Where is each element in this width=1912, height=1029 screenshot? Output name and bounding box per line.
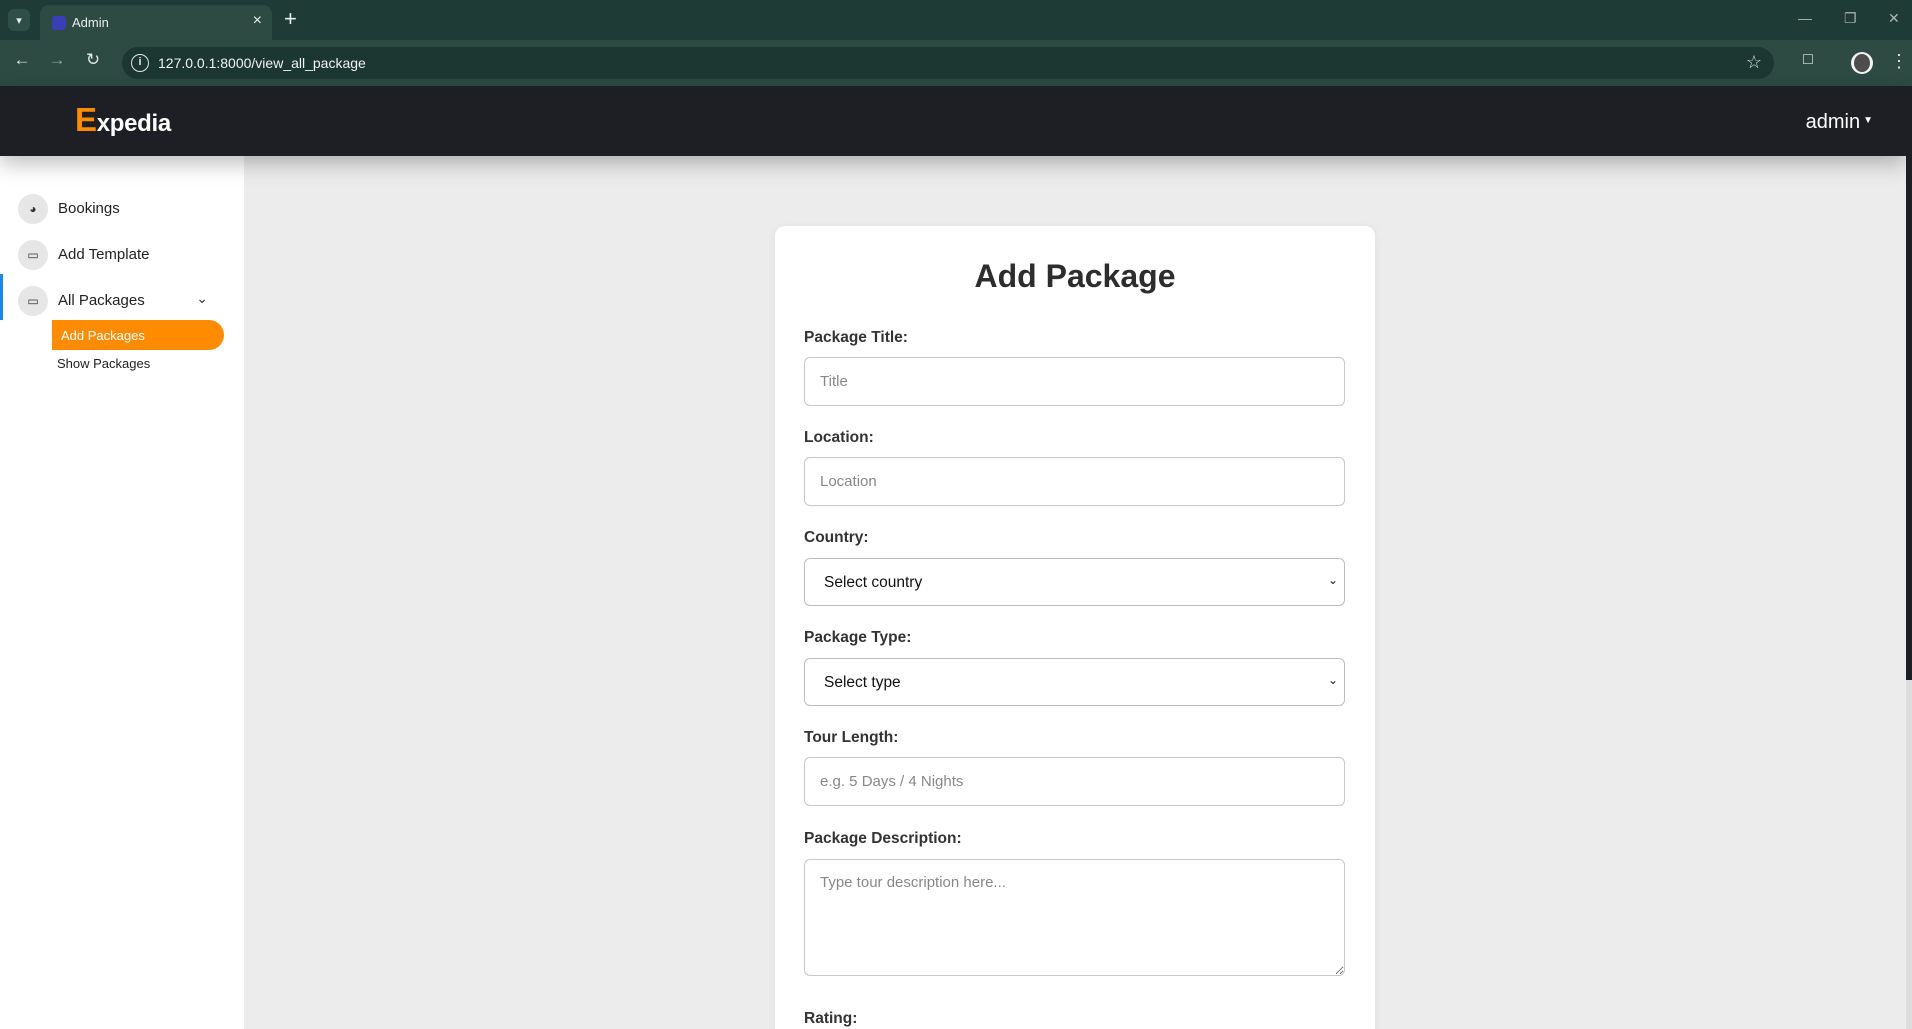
tour-length-label: Tour Length: bbox=[804, 729, 899, 746]
laptop-icon: ▭ bbox=[18, 240, 48, 270]
page-scrollbar[interactable] bbox=[1906, 86, 1912, 1029]
restore-icon[interactable]: ❐ bbox=[1844, 10, 1857, 27]
chevron-down-icon: ⌄ bbox=[1327, 573, 1338, 587]
gauge-icon: ◕ bbox=[18, 194, 48, 224]
sidebar-item-add-template[interactable]: ▭ Add Template bbox=[18, 238, 228, 270]
expedia-logo[interactable]: Expedia bbox=[75, 101, 171, 139]
browser-menu-icon[interactable]: ⋮ bbox=[1890, 51, 1908, 72]
location-input[interactable] bbox=[804, 457, 1345, 506]
country-select-value: Select country bbox=[824, 574, 923, 591]
url-text: 127.0.0.1:8000/view_all_package bbox=[158, 55, 366, 71]
close-window-icon[interactable]: ✕ bbox=[1888, 10, 1900, 27]
favicon-icon bbox=[52, 16, 66, 30]
sidebar-item-all-packages[interactable]: ▭ All Packages ⌄ bbox=[18, 284, 228, 316]
new-tab-icon[interactable]: + bbox=[284, 8, 297, 30]
page-title: Add Package bbox=[974, 258, 1176, 294]
chevron-down-icon: ⌄ bbox=[196, 290, 208, 306]
laptop-icon: ▭ bbox=[18, 286, 48, 316]
scrollbar-thumb[interactable] bbox=[1906, 86, 1912, 680]
sidebar-item-label: Bookings bbox=[58, 200, 120, 217]
bookmark-star-icon[interactable]: ☆ bbox=[1746, 52, 1762, 73]
site-info-icon[interactable]: i bbox=[131, 54, 149, 72]
description-label: Package Description: bbox=[804, 830, 962, 847]
admin-user-dropdown[interactable]: admin ▼ bbox=[1806, 111, 1873, 134]
browser-toolbar: ← → ↻ i 127.0.0.1:8000/view_all_package … bbox=[0, 40, 1912, 86]
address-bar[interactable]: i 127.0.0.1:8000/view_all_package ☆ bbox=[122, 47, 1774, 79]
profile-avatar-icon[interactable] bbox=[1851, 52, 1873, 74]
sidebar-item-label: Add Template bbox=[58, 246, 150, 263]
sidebar-subitem-show-packages[interactable]: Show Packages bbox=[57, 356, 150, 371]
extensions-icon[interactable]: □ bbox=[1797, 51, 1819, 73]
reload-icon[interactable]: ↻ bbox=[81, 50, 105, 70]
package-title-input[interactable] bbox=[804, 357, 1345, 406]
tab-search-icon[interactable]: ▾ bbox=[8, 9, 30, 31]
location-label: Location: bbox=[804, 429, 874, 446]
caret-down-icon: ▼ bbox=[1863, 115, 1873, 126]
active-indicator bbox=[0, 274, 3, 320]
description-textarea[interactable] bbox=[804, 859, 1345, 976]
browser-tab-bar: ▾ Admin × + — ❐ ✕ bbox=[0, 0, 1912, 40]
browser-tab[interactable]: Admin × bbox=[40, 5, 272, 40]
add-package-card: Add Package Package Title: Location: Cou… bbox=[775, 226, 1375, 1029]
country-label: Country: bbox=[804, 529, 869, 546]
back-icon[interactable]: ← bbox=[10, 50, 34, 70]
country-select[interactable]: Select country ⌄ bbox=[804, 558, 1345, 606]
package-type-select[interactable]: Select type ⌄ bbox=[804, 658, 1345, 706]
minimize-icon[interactable]: — bbox=[1798, 10, 1812, 26]
chevron-down-icon: ⌄ bbox=[1327, 673, 1338, 687]
admin-label: admin bbox=[1805, 111, 1861, 133]
package-type-select-value: Select type bbox=[824, 674, 901, 691]
tour-length-input[interactable] bbox=[804, 757, 1345, 806]
tab-title: Admin bbox=[72, 15, 109, 30]
app-header: Expedia admin ▼ bbox=[0, 86, 1906, 156]
sidebar-item-bookings[interactable]: ◕ Bookings bbox=[18, 192, 228, 224]
close-tab-icon[interactable]: × bbox=[253, 12, 262, 30]
rating-label: Rating: bbox=[804, 1010, 858, 1027]
sidebar-subitem-add-packages[interactable]: Add Packages bbox=[52, 320, 224, 350]
sidebar-item-label: All Packages bbox=[58, 292, 145, 309]
sidebar: ◕ Bookings ▭ Add Template ▭ All Packages… bbox=[0, 156, 244, 1029]
package-title-label: Package Title: bbox=[804, 329, 908, 346]
package-type-label: Package Type: bbox=[804, 629, 912, 646]
forward-icon[interactable]: → bbox=[45, 50, 69, 70]
